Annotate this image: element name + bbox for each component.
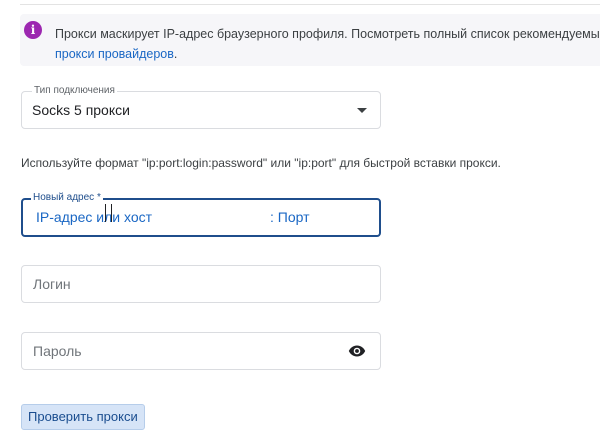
connection-type-value: Socks 5 прокси: [32, 102, 130, 118]
connection-type-select[interactable]: Тип подключения Socks 5 прокси: [21, 85, 381, 129]
info-banner: i Прокси маскирует IP-адрес браузерного …: [20, 14, 600, 66]
top-divider: [20, 4, 600, 5]
eye-icon[interactable]: [348, 344, 366, 358]
host-input[interactable]: IP-адрес или хост: [36, 209, 152, 225]
address-label: Новый адрес *: [31, 192, 103, 204]
login-placeholder: Логин: [33, 276, 71, 292]
chevron-down-icon[interactable]: [357, 108, 367, 113]
password-placeholder: Пароль: [33, 343, 82, 359]
providers-link[interactable]: прокси провайдеров: [55, 47, 174, 61]
info-icon: i: [24, 21, 42, 39]
connection-type-label: Тип подключения: [32, 85, 117, 97]
check-proxy-button[interactable]: Проверить прокси: [21, 404, 145, 430]
password-field[interactable]: Пароль: [21, 332, 381, 370]
info-text: Прокси маскирует IP-адрес браузерного пр…: [55, 24, 600, 64]
address-field[interactable]: Новый адрес * IP-адрес или хост : Порт: [21, 192, 381, 237]
info-link-suffix: .: [173, 47, 178, 61]
login-field[interactable]: Логин: [21, 265, 381, 303]
info-message: Прокси маскирует IP-адрес браузерного пр…: [55, 27, 600, 41]
text-cursor-icon: [105, 204, 112, 222]
format-hint: Используйте формат "ip:port:login:passwo…: [21, 156, 501, 170]
port-input[interactable]: : Порт: [270, 209, 310, 225]
